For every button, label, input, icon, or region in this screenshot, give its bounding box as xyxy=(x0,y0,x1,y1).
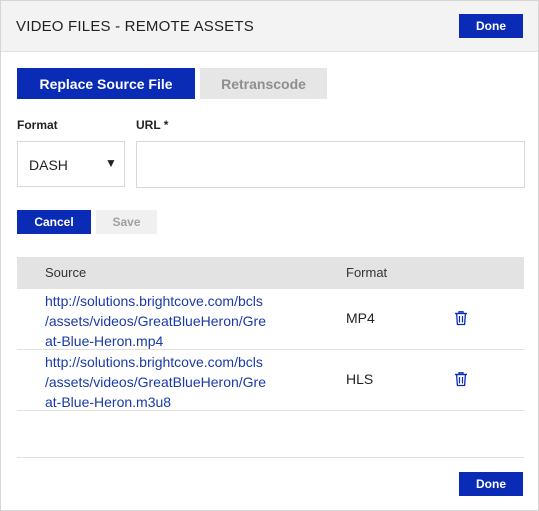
dialog-header: VIDEO FILES - REMOTE ASSETS Done xyxy=(1,1,538,52)
dialog-title: VIDEO FILES - REMOTE ASSETS xyxy=(16,18,254,35)
table-header: Source Format xyxy=(17,257,524,289)
tab-retranscode[interactable]: Retranscode xyxy=(200,68,327,99)
done-button-top[interactable]: Done xyxy=(459,14,523,38)
format-select-value: DASH xyxy=(29,157,68,173)
trash-icon[interactable] xyxy=(454,310,468,326)
trash-icon[interactable] xyxy=(454,371,468,387)
url-label: URL * xyxy=(136,118,169,132)
format-select[interactable]: DASH ▼ xyxy=(17,141,125,187)
source-link-line: /assets/videos/GreatBlueHeron/Gre xyxy=(45,374,266,390)
source-link-line: at-Blue-Heron.m3u8 xyxy=(45,394,172,410)
caret-down-icon: ▼ xyxy=(105,156,117,170)
remote-assets-dialog: VIDEO FILES - REMOTE ASSETS Done Replace… xyxy=(0,0,539,511)
format-cell: MP4 xyxy=(346,310,375,326)
format-cell: HLS xyxy=(346,371,374,387)
source-link-line: /assets/videos/GreatBlueHeron/Gre xyxy=(45,313,266,329)
column-header-format: Format xyxy=(346,265,388,280)
source-link[interactable]: http://solutions.brightcove.com/bcls /as… xyxy=(45,291,305,351)
table-row: http://solutions.brightcove.com/bcls /as… xyxy=(17,289,524,350)
cancel-button[interactable]: Cancel xyxy=(17,210,91,234)
save-button[interactable]: Save xyxy=(96,210,157,234)
source-link[interactable]: http://solutions.brightcove.com/bcls /as… xyxy=(45,352,305,412)
url-input[interactable] xyxy=(136,141,525,188)
footer-divider xyxy=(17,457,524,458)
column-header-source: Source xyxy=(45,265,87,280)
source-link-line: http://solutions.brightcove.com/bcls xyxy=(45,354,263,370)
table-row: http://solutions.brightcove.com/bcls /as… xyxy=(17,350,524,411)
format-label: Format xyxy=(17,118,58,132)
source-link-line: http://solutions.brightcove.com/bcls xyxy=(45,293,263,309)
done-button-bottom[interactable]: Done xyxy=(459,472,523,496)
sources-table: Source Format http://solutions.brightcov… xyxy=(17,257,524,411)
source-link-line: at-Blue-Heron.mp4 xyxy=(45,333,164,349)
tab-replace-source-file[interactable]: Replace Source File xyxy=(17,68,195,99)
